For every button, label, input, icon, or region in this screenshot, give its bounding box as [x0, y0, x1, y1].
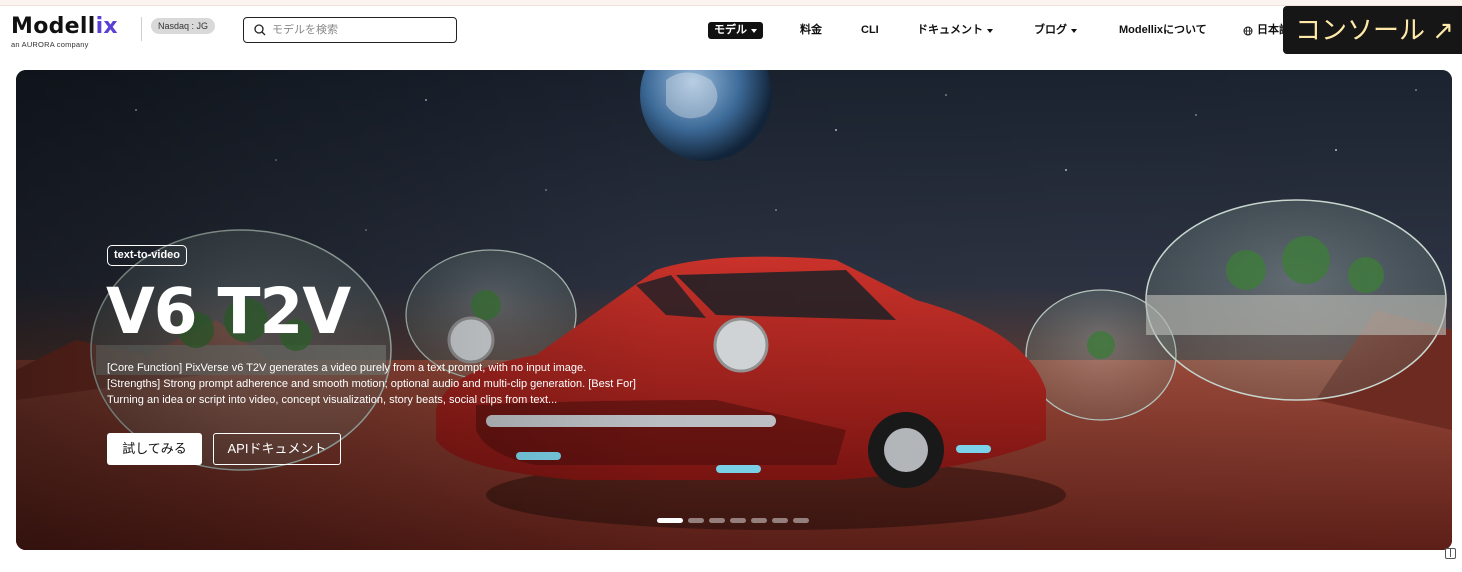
nav-blog[interactable]: ブログ: [1034, 22, 1077, 39]
carousel-dot[interactable]: [751, 518, 767, 523]
logo-divider: [141, 17, 142, 41]
top-accent-line: [0, 0, 1462, 6]
chevron-down-icon: [1071, 28, 1077, 33]
carousel-dot[interactable]: [772, 518, 788, 523]
sidebar-panel-icon[interactable]: [1445, 548, 1456, 559]
chevron-down-icon: [987, 28, 993, 33]
carousel-dot[interactable]: [793, 518, 809, 523]
search-icon: [254, 24, 266, 36]
nav-about[interactable]: Modellixについて: [1119, 22, 1207, 39]
hero-title: V6 T2V: [106, 275, 351, 348]
search-input[interactable]: [272, 24, 442, 36]
modellix-logo[interactable]: Modellix an AURORA company: [11, 14, 118, 50]
console-button[interactable]: コンソール ↗: [1283, 6, 1462, 54]
nav-pricing[interactable]: 料金: [800, 22, 822, 39]
chevron-down-icon: [751, 28, 757, 33]
carousel-dot[interactable]: [688, 518, 704, 523]
logo-wordmark: Modellix: [11, 14, 118, 39]
try-it-button[interactable]: 試してみる: [107, 433, 202, 465]
model-search-box[interactable]: [243, 17, 457, 43]
globe-icon: [1243, 26, 1253, 35]
carousel-dot[interactable]: [709, 518, 725, 523]
nav-docs[interactable]: ドキュメント: [917, 22, 993, 39]
hero-carousel[interactable]: text-to-video V6 T2V [Core Function] Pix…: [16, 70, 1452, 550]
api-docs-button[interactable]: APIドキュメント: [213, 433, 341, 465]
logo-subtitle: an AURORA company: [11, 40, 89, 49]
nav-cli[interactable]: CLI: [861, 22, 879, 39]
nav-models[interactable]: モデル: [708, 22, 763, 39]
stock-ticker-badge: Nasdaq : JG: [151, 18, 216, 34]
carousel-dot[interactable]: [730, 518, 746, 523]
carousel-indicators: [657, 518, 809, 523]
category-tag: text-to-video: [107, 245, 187, 266]
carousel-dot[interactable]: [657, 518, 683, 523]
hero-description: [Core Function] PixVerse v6 T2V generate…: [107, 362, 636, 406]
